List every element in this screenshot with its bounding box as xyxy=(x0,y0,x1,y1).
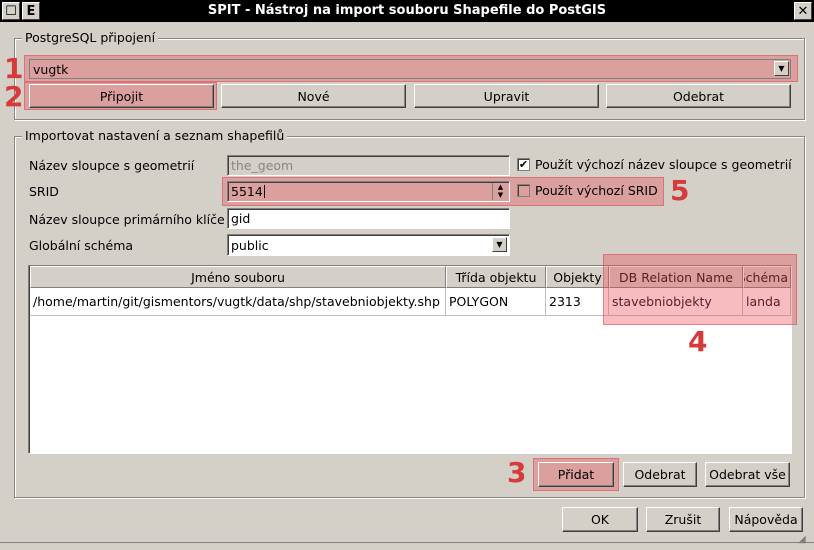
connection-combo-value: vugtk xyxy=(33,61,69,77)
ok-button[interactable]: OK xyxy=(562,507,638,532)
window-menu-icon[interactable]: ☐ xyxy=(2,2,20,20)
table-cell-features[interactable]: 2313 xyxy=(546,288,609,316)
column-header-filename[interactable]: Jméno souboru xyxy=(30,266,446,288)
connection-combo-arrow-icon[interactable]: ▼ xyxy=(774,61,789,76)
srid-label: SRID xyxy=(29,184,59,199)
resize-grip-icon[interactable]: ◢ xyxy=(798,534,810,546)
global-schema-combo[interactable]: public xyxy=(227,234,510,256)
column-header-features[interactable]: Objekty xyxy=(546,266,609,288)
remove-connection-button[interactable]: Odebrat xyxy=(606,84,791,108)
geom-default-label: Použít výchozí název sloupce s geometrií xyxy=(535,157,792,172)
geom-default-checkbox[interactable]: ✔ xyxy=(517,158,530,171)
srid-default-checkbox[interactable] xyxy=(517,184,530,197)
edit-connection-button[interactable]: Upravit xyxy=(414,84,599,108)
close-icon[interactable]: ✕ xyxy=(794,2,812,20)
srid-spinbox[interactable]: 5514 xyxy=(227,181,510,202)
highlight-relation-columns xyxy=(603,254,797,325)
pk-column-field[interactable]: gid xyxy=(227,208,510,229)
remove-file-button[interactable]: Odebrat xyxy=(623,462,697,487)
cancel-button[interactable]: Zrušit xyxy=(646,507,720,532)
srid-default-label: Použít výchozí SRID xyxy=(535,183,658,198)
connect-button[interactable]: Připojit xyxy=(29,84,214,108)
marker-5: 5 xyxy=(670,174,690,207)
connection-group-title: PostgreSQL připojení xyxy=(22,30,159,45)
window-e-button[interactable]: E xyxy=(22,2,40,20)
geom-column-field: the_geom xyxy=(227,155,510,176)
help-button[interactable]: Nápověda xyxy=(729,507,803,532)
marker-3: 3 xyxy=(507,456,527,489)
window-title: SPIT - Nástroj na import souboru Shapefi… xyxy=(207,3,607,18)
geom-column-label: Název sloupce s geometrií xyxy=(29,158,195,173)
column-header-feature-class[interactable]: Třída objektu xyxy=(446,266,546,288)
remove-all-button[interactable]: Odebrat vše xyxy=(705,462,790,487)
pk-column-label: Název sloupce primárního klíče xyxy=(29,212,225,227)
marker-4: 4 xyxy=(688,325,708,358)
global-schema-label: Globální schéma xyxy=(29,238,134,253)
import-group-title: Importovat nastavení a seznam shapefilů xyxy=(22,128,288,143)
add-button[interactable]: Přidat xyxy=(538,462,614,487)
srid-value: 5514 xyxy=(231,184,263,199)
marker-2: 2 xyxy=(4,80,24,113)
new-connection-button[interactable]: Nové xyxy=(221,84,406,108)
geom-column-value: the_geom xyxy=(231,158,294,173)
global-schema-value: public xyxy=(231,237,269,253)
table-cell-filename[interactable]: /home/martin/git/gismentors/vugtk/data/s… xyxy=(30,288,446,316)
bottom-edge xyxy=(0,542,814,550)
srid-spinner-icon[interactable]: ▲ ▼ xyxy=(492,183,508,200)
pk-column-value: gid xyxy=(231,211,251,226)
table-cell-feature-class[interactable]: POLYGON xyxy=(446,288,546,316)
schema-combo-arrow-icon[interactable]: ▼ xyxy=(492,237,507,252)
connection-combo[interactable]: vugtk xyxy=(29,59,791,79)
title-bar: ☐ E SPIT - Nástroj na import souboru Sha… xyxy=(0,0,814,22)
